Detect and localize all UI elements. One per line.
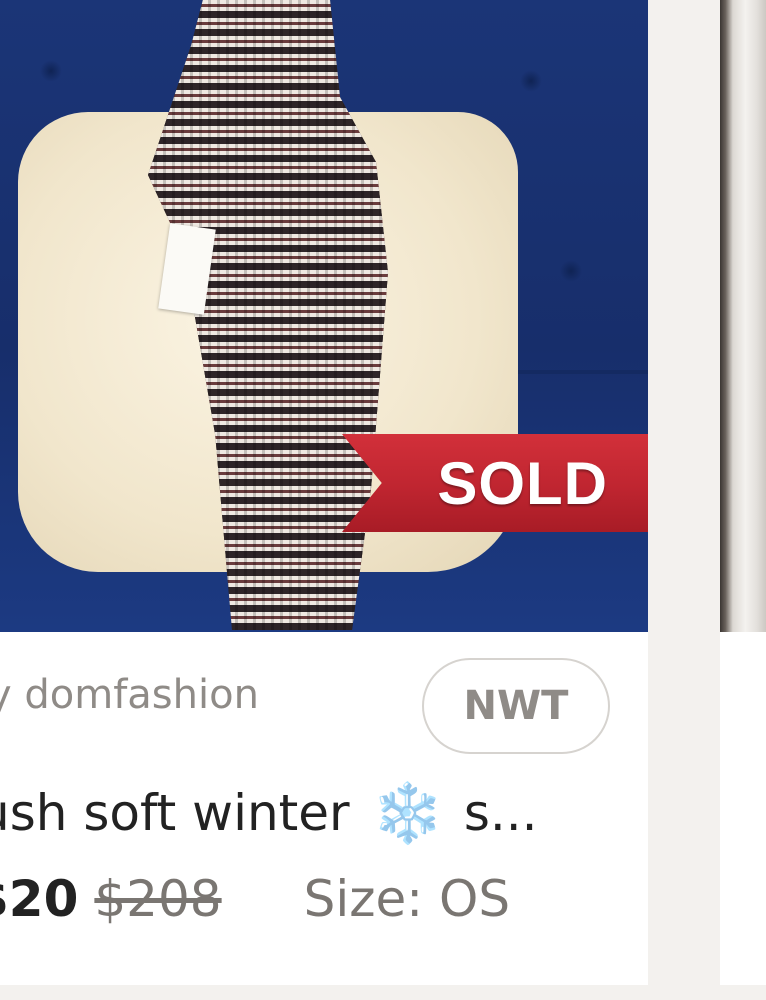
listing-card[interactable]: SOLD y domfashion NWT ush soft winter ❄️… <box>0 0 648 985</box>
listing-size: Size: OS <box>303 870 511 928</box>
next-listing-card[interactable] <box>720 0 766 985</box>
original-price: $208 <box>94 870 222 928</box>
sofa-tuft <box>560 260 582 282</box>
listing-photo[interactable]: SOLD <box>0 0 648 632</box>
sofa-tuft <box>520 70 542 92</box>
condition-badge: NWT <box>422 658 610 754</box>
snowflake-icon: ❄️ <box>371 779 444 847</box>
listing-title-suffix: s... <box>463 784 538 842</box>
sofa-tuft <box>40 60 62 82</box>
listing-price: $20 <box>0 870 79 928</box>
price-row: $20 $208 Size: OS <box>0 870 510 928</box>
listing-title[interactable]: ush soft winter ❄️ s... <box>0 784 538 842</box>
sold-ribbon: SOLD <box>342 434 648 532</box>
sold-label: SOLD <box>437 449 608 517</box>
seller-username[interactable]: y domfashion <box>0 672 259 718</box>
next-listing-photo[interactable] <box>720 0 766 632</box>
listing-title-text: ush soft winter <box>0 784 350 842</box>
